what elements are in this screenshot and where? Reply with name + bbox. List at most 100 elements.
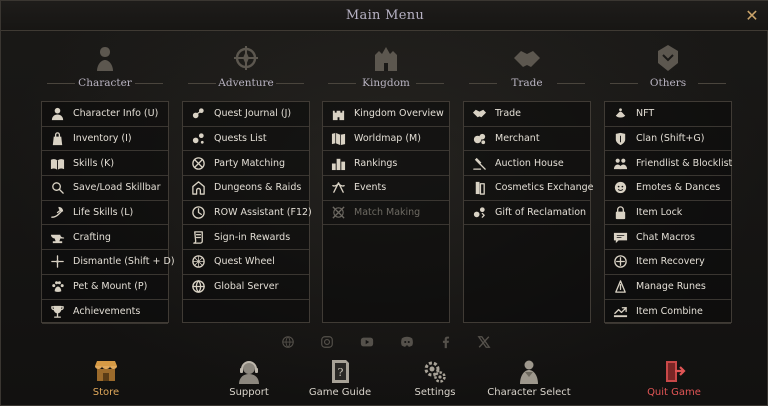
menu-item-cosmetics-exchange[interactable]: Cosmetics Exchange — [464, 176, 594, 201]
menu-item-clan-shift-g[interactable]: Clan (Shift+G) — [605, 127, 731, 152]
menu-item-skills-k[interactable]: Skills (K) — [42, 151, 168, 177]
close-x-icon[interactable]: ✕ — [744, 8, 760, 24]
menu-item-item-recovery[interactable]: Item Recovery — [605, 250, 731, 275]
menu-item-label: Events — [354, 182, 387, 194]
youtube-icon[interactable] — [360, 335, 374, 349]
menu-item-label: Item Combine — [636, 305, 703, 317]
menu-item-trade[interactable]: Trade — [464, 102, 590, 127]
column-header: Character — [41, 39, 169, 99]
clock-icon — [189, 205, 207, 221]
menu-item-events[interactable]: Events — [323, 176, 449, 201]
menu-item-label: Global Server — [214, 281, 279, 293]
trophy-icon — [48, 303, 66, 319]
instagram-icon[interactable] — [320, 335, 334, 349]
menu-item-item-lock[interactable]: Item Lock — [605, 201, 731, 226]
menu-item-dismantle-shift-d[interactable]: Dismantle (Shift + D) — [42, 250, 175, 275]
support-button[interactable]: Support — [204, 357, 294, 398]
menu-item-label: Quest Wheel — [214, 256, 275, 268]
cosmetics-icon — [470, 180, 488, 196]
menu-item-life-skills-l[interactable]: Life Skills (L) — [42, 201, 168, 226]
party-icon — [189, 155, 207, 171]
chat-icon — [611, 229, 629, 245]
character-select-icon — [515, 357, 543, 385]
menu-item-merchant[interactable]: Merchant — [464, 127, 590, 152]
menu-item-quest-journal-j[interactable]: Quest Journal (J) — [183, 102, 309, 127]
kingdom-emblem-icon — [369, 41, 403, 75]
menu-item-nft[interactable]: NFT — [605, 102, 731, 127]
quit-game-button[interactable]: Quit Game — [629, 357, 719, 398]
menu-item-label: Friendlist & Blocklist — [636, 157, 733, 169]
settings-button[interactable]: Settings — [390, 357, 480, 398]
menu-item-row-assistant-f12[interactable]: ROW Assistant (F12) — [183, 201, 312, 226]
menu-item-label: Item Lock — [636, 207, 683, 219]
menu-item-label: Skills (K) — [73, 157, 115, 169]
runes-icon — [611, 279, 629, 295]
quest-list-icon — [189, 131, 207, 147]
menu-item-label: Worldmap (M) — [354, 133, 421, 145]
lock-icon — [611, 205, 629, 221]
menu-item-label: Emotes & Dances — [636, 182, 721, 194]
menu-item-quests-list[interactable]: Quests List — [183, 127, 309, 152]
bottom-button-label: Settings — [414, 387, 456, 398]
menu-item-kingdom-overview[interactable]: Kingdom Overview — [323, 102, 449, 127]
menu-item-label: Achievements — [73, 305, 141, 317]
menu-item-party-matching[interactable]: Party Matching — [183, 151, 309, 177]
column-adventure: Adventure Quest Journal (J) Quests List Par… — [182, 39, 312, 323]
menu-item-label: Dungeons & Raids — [214, 182, 302, 194]
menu-item-dungeons-raids[interactable]: Dungeons & Raids — [183, 176, 309, 201]
menu-item-chat-macros[interactable]: Chat Macros — [605, 225, 731, 251]
store-button[interactable]: Store — [61, 357, 151, 398]
menu-item-label: Chat Macros — [636, 231, 695, 243]
menu-item-label: Save/Load Skillbar — [73, 182, 161, 194]
menu-item-emotes-dances[interactable]: Emotes & Dances — [605, 176, 731, 201]
x-icon[interactable] — [477, 335, 491, 349]
menu-item-auction-house[interactable]: Auction House — [464, 151, 590, 177]
merchant-icon — [470, 131, 488, 147]
facebook-icon[interactable] — [439, 335, 453, 349]
column-character: Character Character Info (U) Inventory (I)… — [41, 39, 175, 325]
character-select-button[interactable]: Character Select — [484, 357, 574, 398]
menu-item-item-combine[interactable]: Item Combine — [605, 300, 731, 325]
menu-item-friendlist-blocklist[interactable]: Friendlist & Blocklist — [605, 151, 733, 177]
bottom-button-label: Quit Game — [647, 387, 701, 398]
menu-item-label: Character Info (U) — [73, 108, 159, 120]
column-title: Adventure — [218, 77, 274, 89]
menu-item-character-info-u[interactable]: Character Info (U) — [42, 102, 168, 127]
column-header: Trade — [463, 39, 591, 99]
clan-icon — [611, 131, 629, 147]
game-guide-button[interactable]: ? Game Guide — [295, 357, 385, 398]
menu-item-rankings[interactable]: Rankings — [323, 151, 449, 177]
website-icon[interactable] — [281, 335, 295, 349]
menu-item-label: Cosmetics Exchange — [495, 182, 594, 194]
menu-item-pet-mount-p[interactable]: Pet & Mount (P) — [42, 275, 168, 300]
nft-icon — [611, 106, 629, 122]
menu-item-manage-runes[interactable]: Manage Runes — [605, 275, 731, 300]
menu-item-inventory-i[interactable]: Inventory (I) — [42, 127, 168, 152]
adventure-emblem-icon — [229, 41, 263, 75]
menu-item-global-server[interactable]: Global Server — [183, 275, 309, 300]
menu-item-sign-in-rewards[interactable]: Sign-in Rewards — [183, 225, 309, 251]
gift-icon — [470, 205, 488, 221]
column-title: Others — [649, 77, 687, 89]
others-emblem-icon — [651, 41, 685, 75]
castle-icon — [329, 106, 347, 122]
menu-item-worldmap-m[interactable]: Worldmap (M) — [323, 127, 449, 152]
menu-item-quest-wheel[interactable]: Quest Wheel — [183, 250, 309, 275]
menu-list: Quest Journal (J) Quests List Party Matchi… — [182, 101, 312, 323]
handshake-icon — [470, 106, 488, 122]
menu-item-achievements[interactable]: Achievements — [42, 300, 168, 325]
recovery-icon — [611, 254, 629, 270]
combine-icon — [611, 303, 629, 319]
dungeon-icon — [189, 180, 207, 196]
bottom-button-label: Character Select — [487, 387, 571, 398]
menu-item-crafting[interactable]: Crafting — [42, 225, 168, 251]
menu-item-label: Gift of Reclamation — [495, 207, 587, 219]
exit-door-icon — [660, 357, 688, 385]
menu-item-save-load-skillbar[interactable]: Save/Load Skillbar — [42, 176, 168, 201]
menu-item-gift-of-reclamation[interactable]: Gift of Reclamation — [464, 201, 590, 226]
discord-icon[interactable] — [400, 335, 414, 349]
globe-icon — [189, 279, 207, 295]
menu-item-label: Kingdom Overview — [354, 108, 444, 120]
menu-list: Trade Merchant Auction House Cosmetics Exch… — [463, 101, 594, 323]
menu-item-label: Quests List — [214, 133, 267, 145]
